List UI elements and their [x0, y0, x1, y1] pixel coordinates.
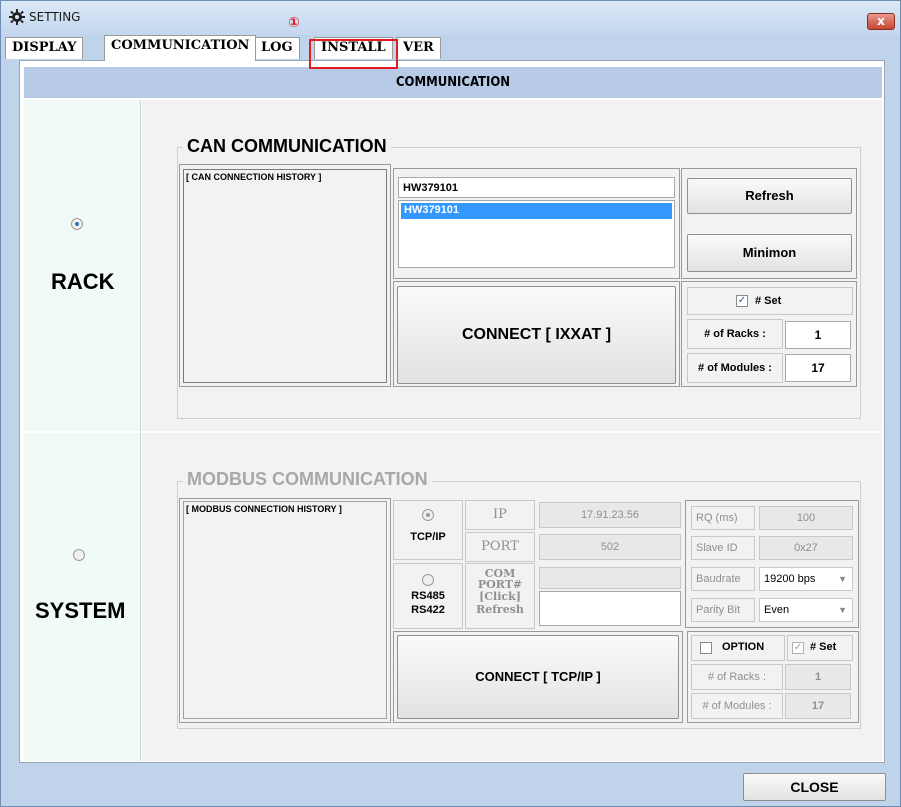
rack-radio[interactable]	[71, 218, 83, 230]
modbus-set-label: # Set	[810, 641, 837, 653]
can-modules-input[interactable]: 17	[785, 354, 851, 382]
tcpip-radio[interactable]	[422, 509, 434, 521]
option-checkbox[interactable]	[700, 642, 712, 654]
can-set-row: ✓ # Set	[687, 287, 853, 315]
rs422-label: RS422	[411, 604, 445, 616]
parity-value: Even	[764, 604, 790, 616]
tcpip-cell: TCP/IP	[393, 500, 463, 560]
rack-label: RACK	[51, 269, 115, 294]
modbus-group-title: MODBUS COMMUNICATION	[183, 469, 432, 490]
rq-input[interactable]: 100	[759, 506, 853, 530]
modbus-set-row: ✓ # Set	[787, 635, 853, 661]
annotation-highlight-box	[309, 39, 398, 69]
slave-id-input[interactable]: 0x27	[759, 536, 853, 560]
option-label: OPTION	[722, 641, 765, 653]
port-input[interactable]: 502	[539, 534, 681, 560]
baudrate-label: Baudrate	[691, 567, 755, 591]
section-header: COMMUNICATION	[24, 67, 882, 98]
radio-selected-dot	[75, 222, 79, 226]
tab-display[interactable]: DISPLAY	[5, 37, 84, 59]
rs485-label: RS485	[411, 590, 445, 602]
device-list-item[interactable]: HW379101	[401, 203, 672, 219]
parity-label: Parity Bit	[691, 598, 755, 622]
com-port-select[interactable]	[539, 567, 681, 589]
close-icon: x	[877, 14, 885, 28]
ip-input[interactable]: 17.91.23.56	[539, 502, 681, 528]
setting-window: SETTING x DISPLAY COMMUNICATION LOG INST…	[0, 0, 901, 807]
can-racks-input[interactable]: 1	[785, 321, 851, 349]
com-port-input[interactable]	[539, 591, 681, 626]
close-button[interactable]: CLOSE	[743, 773, 886, 801]
com-label-3: [Click]	[479, 590, 521, 603]
chevron-down-icon: ▼	[838, 605, 847, 615]
rs-cell: RS485 RS422	[393, 563, 463, 629]
tab-communication[interactable]: COMMUNICATION	[104, 35, 257, 61]
can-racks-label: # of Racks :	[687, 319, 783, 349]
can-set-label: # Set	[755, 295, 782, 307]
window-title: SETTING	[29, 10, 81, 24]
parity-select[interactable]: Even ▼	[759, 598, 853, 622]
can-group-title: CAN COMMUNICATION	[183, 136, 391, 157]
option-row: OPTION	[691, 635, 785, 661]
modbus-history-list[interactable]: [ MODBUS CONNECTION HISTORY ]	[183, 501, 387, 719]
can-history-label: [ CAN CONNECTION HISTORY ]	[186, 172, 322, 182]
tab-ver[interactable]: VER	[396, 37, 441, 59]
rack-selector-panel	[24, 100, 141, 431]
gear-icon	[9, 9, 25, 25]
port-label: PORT	[465, 532, 535, 562]
chevron-down-icon: ▼	[838, 574, 847, 584]
ip-label: IP	[465, 500, 535, 530]
modbus-racks-label: # of Racks :	[691, 664, 783, 690]
com-label-2: PORT#	[477, 578, 523, 591]
modbus-modules-label: # of Modules :	[691, 693, 783, 719]
device-list[interactable]: HW379101	[398, 200, 675, 268]
system-label: SYSTEM	[35, 598, 126, 623]
can-set-checkbox[interactable]: ✓	[736, 295, 748, 307]
can-modules-label: # of Modules :	[687, 353, 783, 383]
close-window-button[interactable]: x	[867, 13, 895, 30]
connect-ixxat-button[interactable]: CONNECT [ IXXAT ]	[397, 286, 676, 384]
system-selector-panel	[24, 433, 141, 761]
rs-radio[interactable]	[422, 574, 434, 586]
minimon-button[interactable]: Minimon	[687, 234, 852, 272]
connect-tcpip-button[interactable]: CONNECT [ TCP/IP ]	[397, 635, 679, 719]
tab-log[interactable]: LOG	[254, 37, 300, 59]
com-label-4: Refresh	[476, 603, 524, 616]
radio-selected-dot	[426, 513, 430, 517]
modbus-set-checkbox[interactable]: ✓	[792, 642, 804, 654]
slave-id-label: Slave ID	[691, 536, 755, 560]
modbus-racks-input[interactable]: 1	[785, 664, 851, 690]
baudrate-value: 19200 bps	[764, 573, 816, 585]
baudrate-select[interactable]: 19200 bps ▼	[759, 567, 853, 591]
can-history-list[interactable]: [ CAN CONNECTION HISTORY ]	[183, 169, 387, 383]
annotation-marker: ①	[288, 15, 300, 31]
system-radio[interactable]	[73, 549, 85, 561]
title-bar: SETTING x	[1, 1, 900, 35]
rq-label: RQ (ms)	[691, 506, 755, 530]
modbus-modules-input[interactable]: 17	[785, 693, 851, 719]
modbus-history-label: [ MODBUS CONNECTION HISTORY ]	[186, 504, 342, 514]
refresh-button[interactable]: Refresh	[687, 178, 852, 214]
tcpip-label: TCP/IP	[410, 531, 446, 543]
com-port-refresh-button[interactable]: COM PORT# [Click] Refresh	[465, 563, 535, 629]
device-input[interactable]: HW379101	[398, 177, 675, 198]
